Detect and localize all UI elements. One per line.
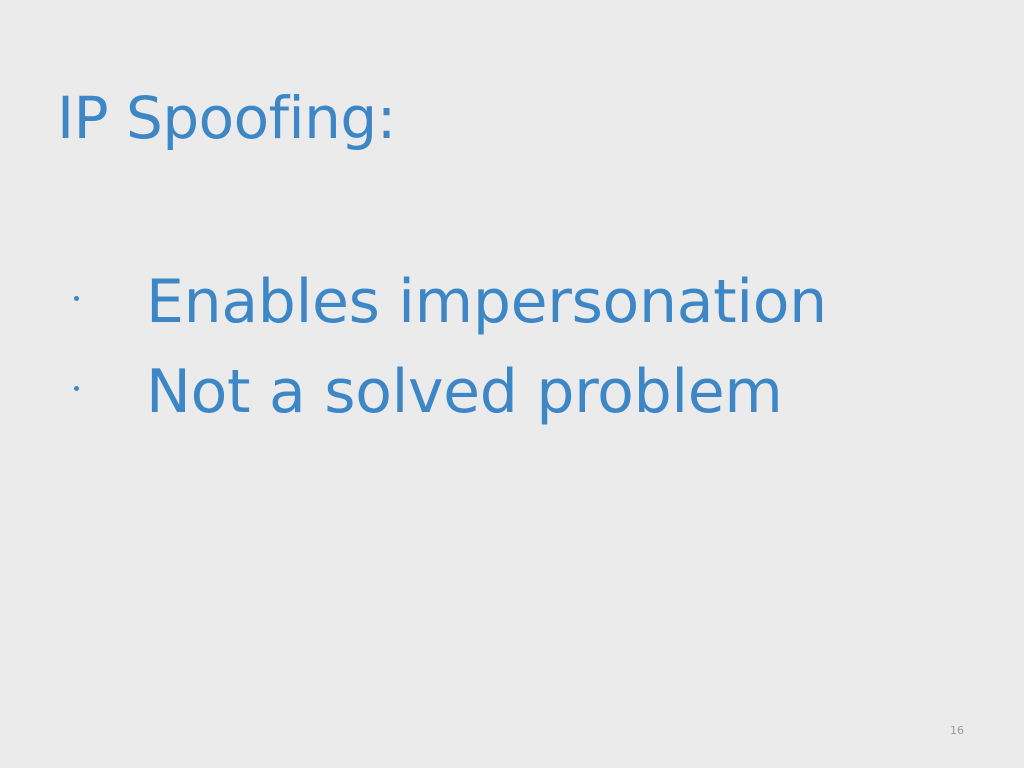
slide: IP Spoofing: Enables impersonation Not a… — [0, 0, 1024, 768]
bullet-text: Enables impersonation — [146, 267, 827, 337]
bullet-dot-icon — [74, 296, 79, 301]
slide-number: 16 — [950, 724, 964, 737]
slide-title: IP Spoofing: — [57, 84, 396, 152]
bullet-text: Not a solved problem — [146, 357, 783, 427]
bullet-dot-icon — [74, 386, 79, 391]
